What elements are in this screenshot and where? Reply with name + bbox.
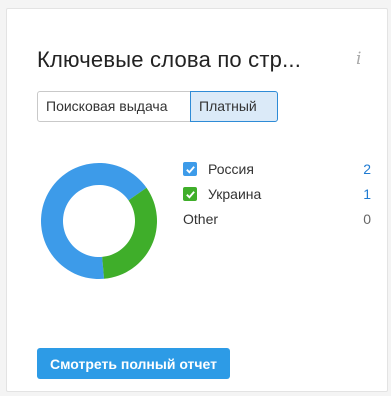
legend: Россия 2 Украина 1 Other 0 [183, 159, 371, 234]
widget-title: Ключевые слова по стр... [37, 47, 302, 72]
legend-item-russia: Россия 2 [183, 159, 371, 184]
checkbox-russia[interactable] [183, 162, 197, 176]
checkmark-icon [185, 190, 195, 199]
checkmark-icon [185, 165, 195, 174]
keywords-widget: Ключевые слова по стр... i Поисковая выд… [6, 8, 388, 392]
legend-value-other: 0 [363, 211, 371, 227]
tab-group: Поисковая выдача Платный [37, 91, 278, 122]
legend-item-other: Other 0 [183, 209, 371, 234]
info-icon[interactable]: i [356, 49, 361, 69]
legend-value-russia[interactable]: 2 [363, 159, 371, 179]
legend-label-ukraine: Украина [208, 186, 262, 202]
tab-organic-search[interactable]: Поисковая выдача [37, 91, 191, 122]
view-full-report-button[interactable]: Смотреть полный отчет [37, 348, 230, 379]
legend-label-other: Other [183, 211, 219, 227]
donut-chart [41, 163, 157, 279]
legend-item-ukraine: Украина 1 [183, 184, 371, 209]
donut-slice-ukraine[interactable] [102, 187, 157, 279]
legend-label-russia: Россия [208, 161, 254, 177]
legend-value-ukraine[interactable]: 1 [363, 184, 371, 204]
checkbox-ukraine[interactable] [183, 187, 197, 201]
tab-paid[interactable]: Платный [190, 91, 278, 122]
